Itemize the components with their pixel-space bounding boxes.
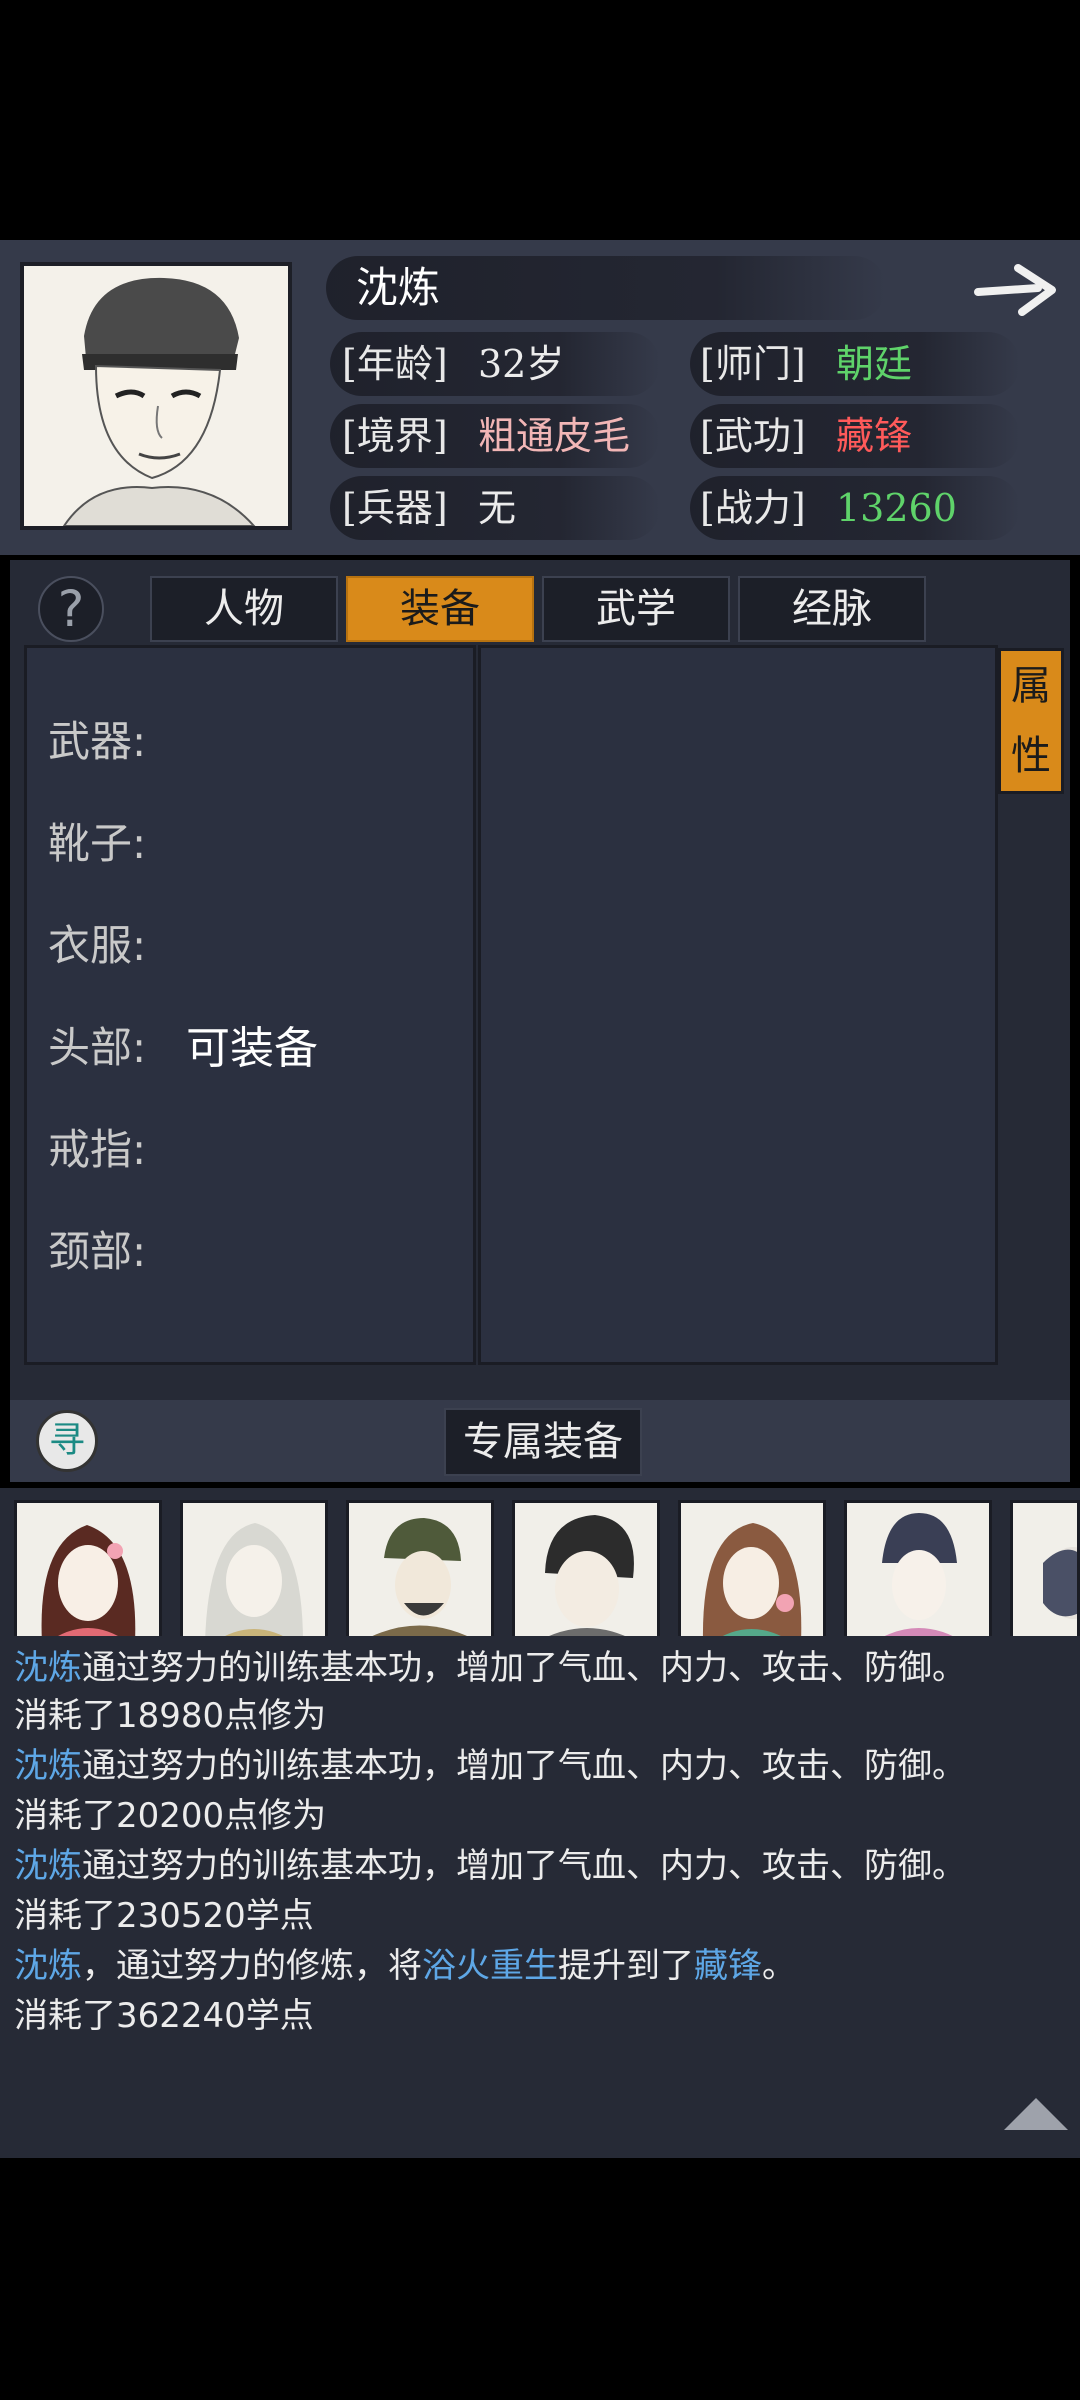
character-portrait[interactable]	[20, 262, 292, 530]
companion-portrait[interactable]	[512, 1500, 660, 1646]
bottom-black-area	[0, 2158, 1080, 2400]
slot-label-clothes: 衣服:	[48, 921, 147, 970]
realm-label: [境界]	[342, 414, 448, 458]
find-icon[interactable]: 寻	[36, 1410, 98, 1472]
attribute-tab-char-1: 属	[1011, 663, 1051, 709]
companion-portrait[interactable]	[678, 1500, 826, 1646]
log-line: 消耗了230520学点	[14, 1896, 314, 1936]
help-icon[interactable]: ?	[38, 576, 104, 642]
exclusive-equipment-button[interactable]: 专属装备	[444, 1408, 642, 1476]
companion-portrait[interactable]	[1010, 1500, 1080, 1646]
slot-label-weapon: 武器:	[48, 717, 147, 766]
attribute-tab-char-2: 性	[1011, 733, 1051, 779]
companion-portrait[interactable]	[180, 1500, 328, 1646]
weapon-value: 无	[478, 486, 517, 530]
slot-value-head[interactable]: 可装备	[186, 1012, 318, 1076]
log-line: 沈炼通过努力的训练基本功，增加了气血、内力、攻击、防御。	[14, 1846, 966, 1886]
slot-label-ring: 戒指:	[48, 1125, 147, 1174]
tab-meridians[interactable]: 经脉	[738, 576, 926, 642]
attribute-side-tab[interactable]: 属 性	[998, 648, 1064, 794]
kungfu-label: [武功]	[700, 414, 806, 458]
tab-character[interactable]: 人物	[150, 576, 338, 642]
power-value: 13260	[836, 486, 957, 530]
sect-value: 朝廷	[836, 342, 913, 386]
log-line: 消耗了20200点修为	[14, 1796, 327, 1836]
sect-label: [师门]	[700, 342, 806, 386]
status-bar-area	[0, 0, 1080, 240]
portrait-illustration	[24, 266, 288, 526]
scroll-up-arrow-icon[interactable]	[1004, 2098, 1068, 2130]
age-label: [年龄]	[342, 342, 448, 386]
slot-label-boots: 靴子:	[48, 819, 147, 868]
companion-portrait[interactable]	[844, 1500, 992, 1646]
character-name: 沈炼	[356, 263, 441, 312]
equipment-detail-panel	[478, 645, 998, 1365]
slot-label-head: 头部:	[48, 1023, 147, 1072]
log-line: 消耗了18980点修为	[14, 1696, 327, 1736]
realm-value: 粗通皮毛	[478, 414, 631, 458]
power-label: [战力]	[700, 486, 806, 530]
kungfu-value[interactable]: 藏锋	[836, 404, 912, 468]
age-value: 32岁	[478, 342, 565, 386]
log-top-shadow	[0, 1636, 1080, 1648]
weapon-label: [兵器]	[342, 486, 448, 530]
tab-equipment[interactable]: 装备	[346, 576, 534, 642]
next-character-arrow-icon[interactable]	[972, 258, 1062, 322]
log-line: 消耗了362240学点	[14, 1996, 314, 2036]
log-line: 沈炼通过努力的训练基本功，增加了气血、内力、攻击、防御。	[14, 1746, 966, 1786]
log-line: 沈炼，通过努力的修炼，将浴火重生提升到了藏锋。	[14, 1946, 796, 1986]
tab-martial-arts[interactable]: 武学	[542, 576, 730, 642]
slot-label-neck: 颈部:	[48, 1227, 147, 1276]
companion-portrait[interactable]	[346, 1500, 494, 1646]
companion-portrait[interactable]	[14, 1500, 162, 1646]
